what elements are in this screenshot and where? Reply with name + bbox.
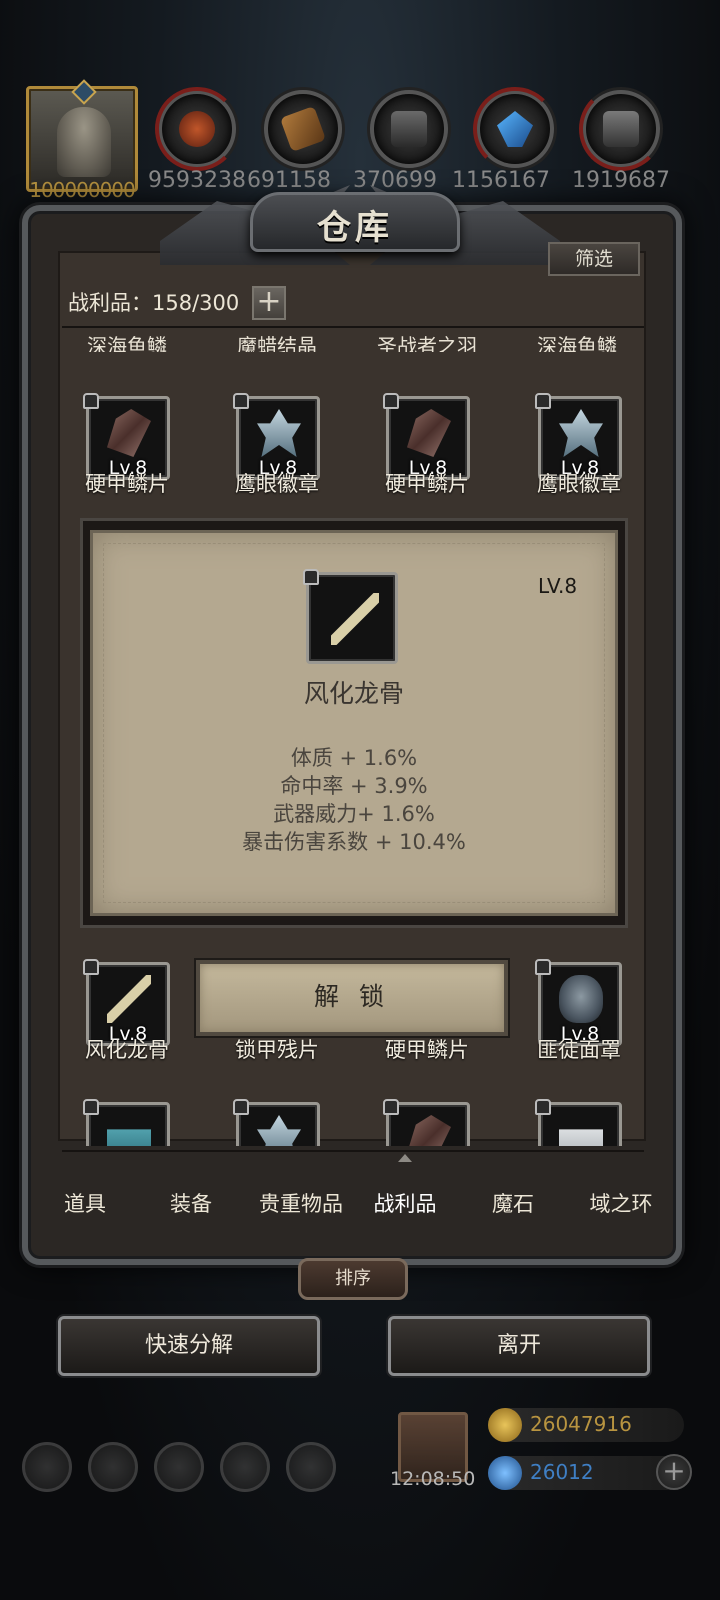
iron-ingot-icon[interactable] <box>370 90 448 168</box>
lock-icon <box>383 393 399 409</box>
stat-line: 暴击伤害系数 + 10.4% <box>242 830 466 854</box>
item-name: 硬甲鳞片 <box>385 1038 469 1062</box>
inventory-slot[interactable] <box>233 1099 320 1146</box>
badge-icon <box>257 1115 301 1146</box>
lock-icon <box>535 393 551 409</box>
leave-button[interactable]: 离开 <box>388 1316 650 1376</box>
item-name: 鹰眼徽章 <box>235 472 319 496</box>
lock-icon <box>535 1099 551 1115</box>
wood-plank-icon[interactable] <box>264 90 342 168</box>
tab-domain-rings[interactable]: 域之环 <box>566 1188 676 1218</box>
scale-icon <box>407 409 451 457</box>
badge-icon <box>257 409 301 457</box>
filter-button[interactable]: 筛选 <box>548 242 640 276</box>
tab-magic-stones[interactable]: 魔石 <box>458 1188 568 1218</box>
wood-value: 691158 <box>247 168 331 193</box>
mail-icon[interactable] <box>220 1442 270 1492</box>
item-name: 圣战者之羽 <box>377 334 477 352</box>
character-icon[interactable] <box>154 1442 204 1492</box>
lock-icon <box>83 959 99 975</box>
sort-button[interactable]: 排序 <box>298 1258 408 1300</box>
bone-icon <box>331 593 379 645</box>
settings-gear-icon[interactable] <box>22 1442 72 1492</box>
tab-equipment[interactable]: 装备 <box>136 1188 246 1218</box>
unlock-button[interactable]: 解 锁 <box>196 960 508 1036</box>
loot-count: 战利品：158/300 <box>68 291 240 315</box>
badge-icon <box>559 409 603 457</box>
item-name: 鹰眼徽章 <box>537 472 621 496</box>
gem-amount: 26012 <box>530 1460 594 1484</box>
category-tabs: 道具 装备 贵重物品 战利品 魔石 域之环 <box>50 1160 654 1240</box>
stat-line: 体质 + 1.6% <box>290 746 418 770</box>
steel-ingot-icon[interactable] <box>579 87 663 171</box>
guild-icon[interactable] <box>286 1442 336 1492</box>
white-cup-icon <box>559 1129 603 1146</box>
mask-icon <box>559 975 603 1023</box>
item-name: 深海鱼鳞 <box>87 334 167 352</box>
iron-value: 370699 <box>353 168 437 193</box>
detail-level: LV.8 <box>538 574 578 598</box>
gold-coin-icon <box>488 1408 522 1442</box>
item-name: 硬甲鳞片 <box>85 472 169 496</box>
blue-crystal-icon[interactable] <box>473 87 557 171</box>
leather-icon[interactable] <box>155 87 239 171</box>
window-title: 仓库 <box>317 208 393 248</box>
scale-icon <box>107 409 151 457</box>
crystal-value: 1156167 <box>452 168 550 193</box>
inventory-slot[interactable] <box>83 1099 170 1146</box>
detail-item-slot <box>303 569 398 664</box>
cyan-cup-icon <box>107 1129 151 1146</box>
quick-decompose-button[interactable]: 快速分解 <box>58 1316 320 1376</box>
statue-portrait <box>57 107 111 177</box>
lock-icon <box>83 393 99 409</box>
inventory-slot[interactable] <box>383 1099 470 1146</box>
item-name: 魔蜡结晶 <box>237 334 317 352</box>
compass-icon[interactable] <box>88 1442 138 1492</box>
bone-icon <box>107 975 151 1023</box>
item-name: 风化龙骨 <box>85 1038 169 1062</box>
expand-capacity-button[interactable]: + <box>252 286 286 320</box>
grid-row-partial <box>60 1090 650 1146</box>
tab-items[interactable]: 道具 <box>30 1188 140 1218</box>
grid-bottom-divider <box>62 1150 644 1152</box>
stat-line: 武器威力+ 1.6% <box>273 802 435 826</box>
detail-item-name: 风化龙骨 <box>303 679 404 708</box>
item-name: 硬甲鳞片 <box>385 472 469 496</box>
lock-icon <box>233 393 249 409</box>
gold-amount: 26047916 <box>530 1412 632 1436</box>
item-name: 锁甲残片 <box>235 1038 319 1062</box>
grid-top-divider <box>62 326 644 328</box>
player-avatar[interactable] <box>26 79 138 192</box>
item-name: 匪徒面罩 <box>537 1038 621 1062</box>
steel-value: 1919687 <box>572 168 670 193</box>
inventory-slot[interactable] <box>535 1099 622 1146</box>
lock-icon <box>233 1099 249 1115</box>
tab-loot[interactable]: 战利品 <box>350 1188 460 1218</box>
diamond-icon <box>488 1456 522 1490</box>
scale-icon <box>407 1115 451 1146</box>
item-name: 深海鱼鳞 <box>537 334 617 352</box>
lock-icon <box>303 569 319 585</box>
clock: 12:08:50 <box>390 1468 476 1490</box>
avatar-value: 100000000 <box>29 178 136 202</box>
tab-valuables[interactable]: 贵重物品 <box>246 1188 356 1218</box>
stat-line: 命中率 + 3.9% <box>280 774 428 798</box>
add-currency-button[interactable]: + <box>656 1454 692 1490</box>
lock-icon <box>383 1099 399 1115</box>
lock-icon <box>83 1099 99 1115</box>
lock-icon <box>535 959 551 975</box>
